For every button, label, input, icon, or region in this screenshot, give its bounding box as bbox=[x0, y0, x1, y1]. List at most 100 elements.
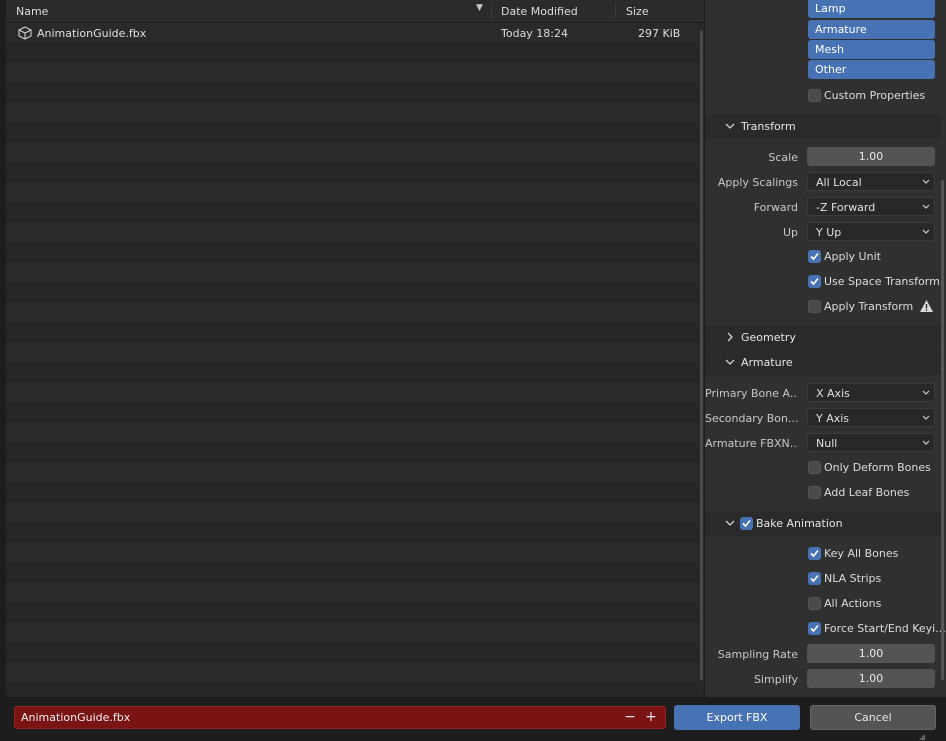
up-dropdown[interactable]: Y Up bbox=[807, 222, 935, 241]
scale-label: Scale bbox=[768, 151, 798, 164]
checkbox-unchecked[interactable] bbox=[808, 486, 821, 499]
file-row-empty bbox=[6, 283, 698, 303]
file-row-empty bbox=[6, 623, 698, 643]
checkbox-checked[interactable] bbox=[808, 547, 821, 560]
file-date: Today 18:24 bbox=[501, 27, 569, 40]
file-row-empty bbox=[6, 523, 698, 543]
file-list-header: Name ▼ Date Modified Size bbox=[6, 0, 704, 23]
export-fbx-button[interactable]: Export FBX bbox=[674, 705, 800, 730]
file-row-empty bbox=[6, 463, 698, 483]
transform-section-header[interactable]: Transform bbox=[705, 115, 941, 139]
forward-label: Forward bbox=[753, 201, 798, 214]
chevron-down-icon bbox=[725, 123, 735, 129]
file-row-empty bbox=[6, 43, 698, 63]
object-type-other[interactable]: Other bbox=[808, 60, 935, 79]
chevron-down-icon bbox=[922, 179, 930, 184]
checkbox-checked[interactable] bbox=[808, 572, 821, 585]
secondary-bone-axis-label: Secondary Bon... bbox=[705, 412, 798, 425]
file-row-empty bbox=[6, 143, 698, 163]
file-row-empty bbox=[6, 423, 698, 443]
file-row-empty bbox=[6, 323, 698, 343]
filename-field[interactable]: − + bbox=[14, 706, 666, 729]
cube-icon bbox=[18, 26, 32, 40]
cancel-button[interactable]: Cancel bbox=[810, 705, 936, 730]
column-header-size[interactable]: Size bbox=[626, 5, 649, 18]
file-row-empty bbox=[6, 443, 698, 463]
bake-animation-section-header[interactable]: Bake Animation bbox=[705, 512, 941, 536]
file-row-empty bbox=[6, 383, 698, 403]
file-row-empty bbox=[6, 223, 698, 243]
apply-scalings-dropdown[interactable]: All Local bbox=[807, 172, 935, 191]
column-divider[interactable] bbox=[615, 3, 616, 18]
file-size: 297 KiB bbox=[638, 27, 681, 40]
file-row-empty bbox=[6, 583, 698, 603]
checkbox-checked[interactable] bbox=[808, 622, 821, 635]
file-row-empty bbox=[6, 563, 698, 583]
file-row-empty bbox=[6, 183, 698, 203]
forward-dropdown[interactable]: -Z Forward bbox=[807, 197, 935, 216]
column-header-name[interactable]: Name bbox=[16, 5, 48, 18]
primary-bone-axis-label: Primary Bone A... bbox=[705, 387, 798, 400]
checkbox-checked[interactable] bbox=[808, 250, 821, 263]
file-row-empty bbox=[6, 123, 698, 143]
sampling-rate-label: Sampling Rate bbox=[717, 648, 798, 661]
file-row-empty bbox=[6, 503, 698, 523]
options-panel-scrollbar[interactable] bbox=[941, 180, 944, 680]
chevron-down-icon bbox=[725, 359, 735, 365]
file-row-empty bbox=[6, 83, 698, 103]
geometry-section-header[interactable]: Geometry bbox=[705, 326, 941, 350]
file-row-empty bbox=[6, 483, 698, 503]
chevron-down-icon bbox=[725, 520, 735, 526]
chevron-down-icon bbox=[922, 204, 930, 209]
file-row-empty bbox=[6, 603, 698, 623]
checkbox-checked[interactable] bbox=[808, 275, 821, 288]
filename-input[interactable] bbox=[21, 710, 611, 725]
object-type-armature[interactable]: Armature bbox=[808, 20, 935, 39]
up-label: Up bbox=[782, 226, 798, 239]
file-list-scrollbar[interactable] bbox=[700, 30, 703, 680]
file-row-empty bbox=[6, 543, 698, 563]
file-row-empty bbox=[6, 403, 698, 423]
sort-descending-icon[interactable]: ▼ bbox=[476, 3, 483, 13]
file-row-empty bbox=[6, 163, 698, 183]
file-row-empty bbox=[6, 263, 698, 283]
column-divider[interactable] bbox=[491, 3, 492, 18]
file-row-empty bbox=[6, 683, 698, 697]
armature-fbxnode-type-dropdown[interactable]: Null bbox=[807, 433, 935, 452]
file-row-empty bbox=[6, 203, 698, 223]
chevron-right-icon bbox=[727, 332, 733, 342]
simplify-field[interactable]: 1.00 bbox=[807, 669, 935, 688]
chevron-down-icon bbox=[922, 440, 930, 445]
object-type-lamp[interactable]: Lamp bbox=[808, 0, 935, 18]
file-row-empty bbox=[6, 663, 698, 683]
checkbox-unchecked[interactable] bbox=[808, 461, 821, 474]
increment-filename-button[interactable]: + bbox=[642, 709, 660, 726]
file-row-empty bbox=[6, 343, 698, 363]
simplify-label: Simplify bbox=[753, 673, 798, 686]
checkbox-unchecked[interactable] bbox=[808, 89, 821, 102]
file-name: AnimationGuide.fbx bbox=[37, 27, 147, 40]
apply-transform-checkbox[interactable]: Apply Transform bbox=[808, 299, 938, 315]
file-row-empty bbox=[6, 303, 698, 323]
checkbox-unchecked[interactable] bbox=[808, 597, 821, 610]
column-header-date[interactable]: Date Modified bbox=[501, 5, 578, 18]
scale-field[interactable]: 1.00 bbox=[807, 147, 935, 166]
file-row-empty bbox=[6, 103, 698, 123]
checkbox-unchecked[interactable] bbox=[808, 300, 821, 313]
bake-animation-checkbox[interactable] bbox=[740, 517, 753, 530]
file-list-area[interactable]: Name ▼ Date Modified Size AnimationGuide… bbox=[6, 0, 704, 697]
armature-section-header[interactable]: Armature bbox=[705, 351, 941, 375]
file-rows bbox=[6, 23, 698, 697]
primary-bone-axis-dropdown[interactable]: X Axis bbox=[807, 383, 935, 402]
chevron-down-icon bbox=[922, 229, 930, 234]
chevron-down-icon bbox=[922, 415, 930, 420]
file-row-empty bbox=[6, 63, 698, 83]
file-row[interactable]: AnimationGuide.fbx Today 18:24 297 KiB bbox=[6, 23, 698, 43]
secondary-bone-axis-dropdown[interactable]: Y Axis bbox=[807, 408, 935, 427]
armature-fbxnode-type-label: Armature FBXN... bbox=[705, 437, 798, 450]
sampling-rate-field[interactable]: 1.00 bbox=[807, 644, 935, 663]
decrement-filename-button[interactable]: − bbox=[621, 709, 639, 726]
export-options-panel: Lamp Armature Mesh Other Custom Properti… bbox=[705, 0, 946, 697]
object-type-mesh[interactable]: Mesh bbox=[808, 40, 935, 59]
chevron-down-icon bbox=[922, 390, 930, 395]
